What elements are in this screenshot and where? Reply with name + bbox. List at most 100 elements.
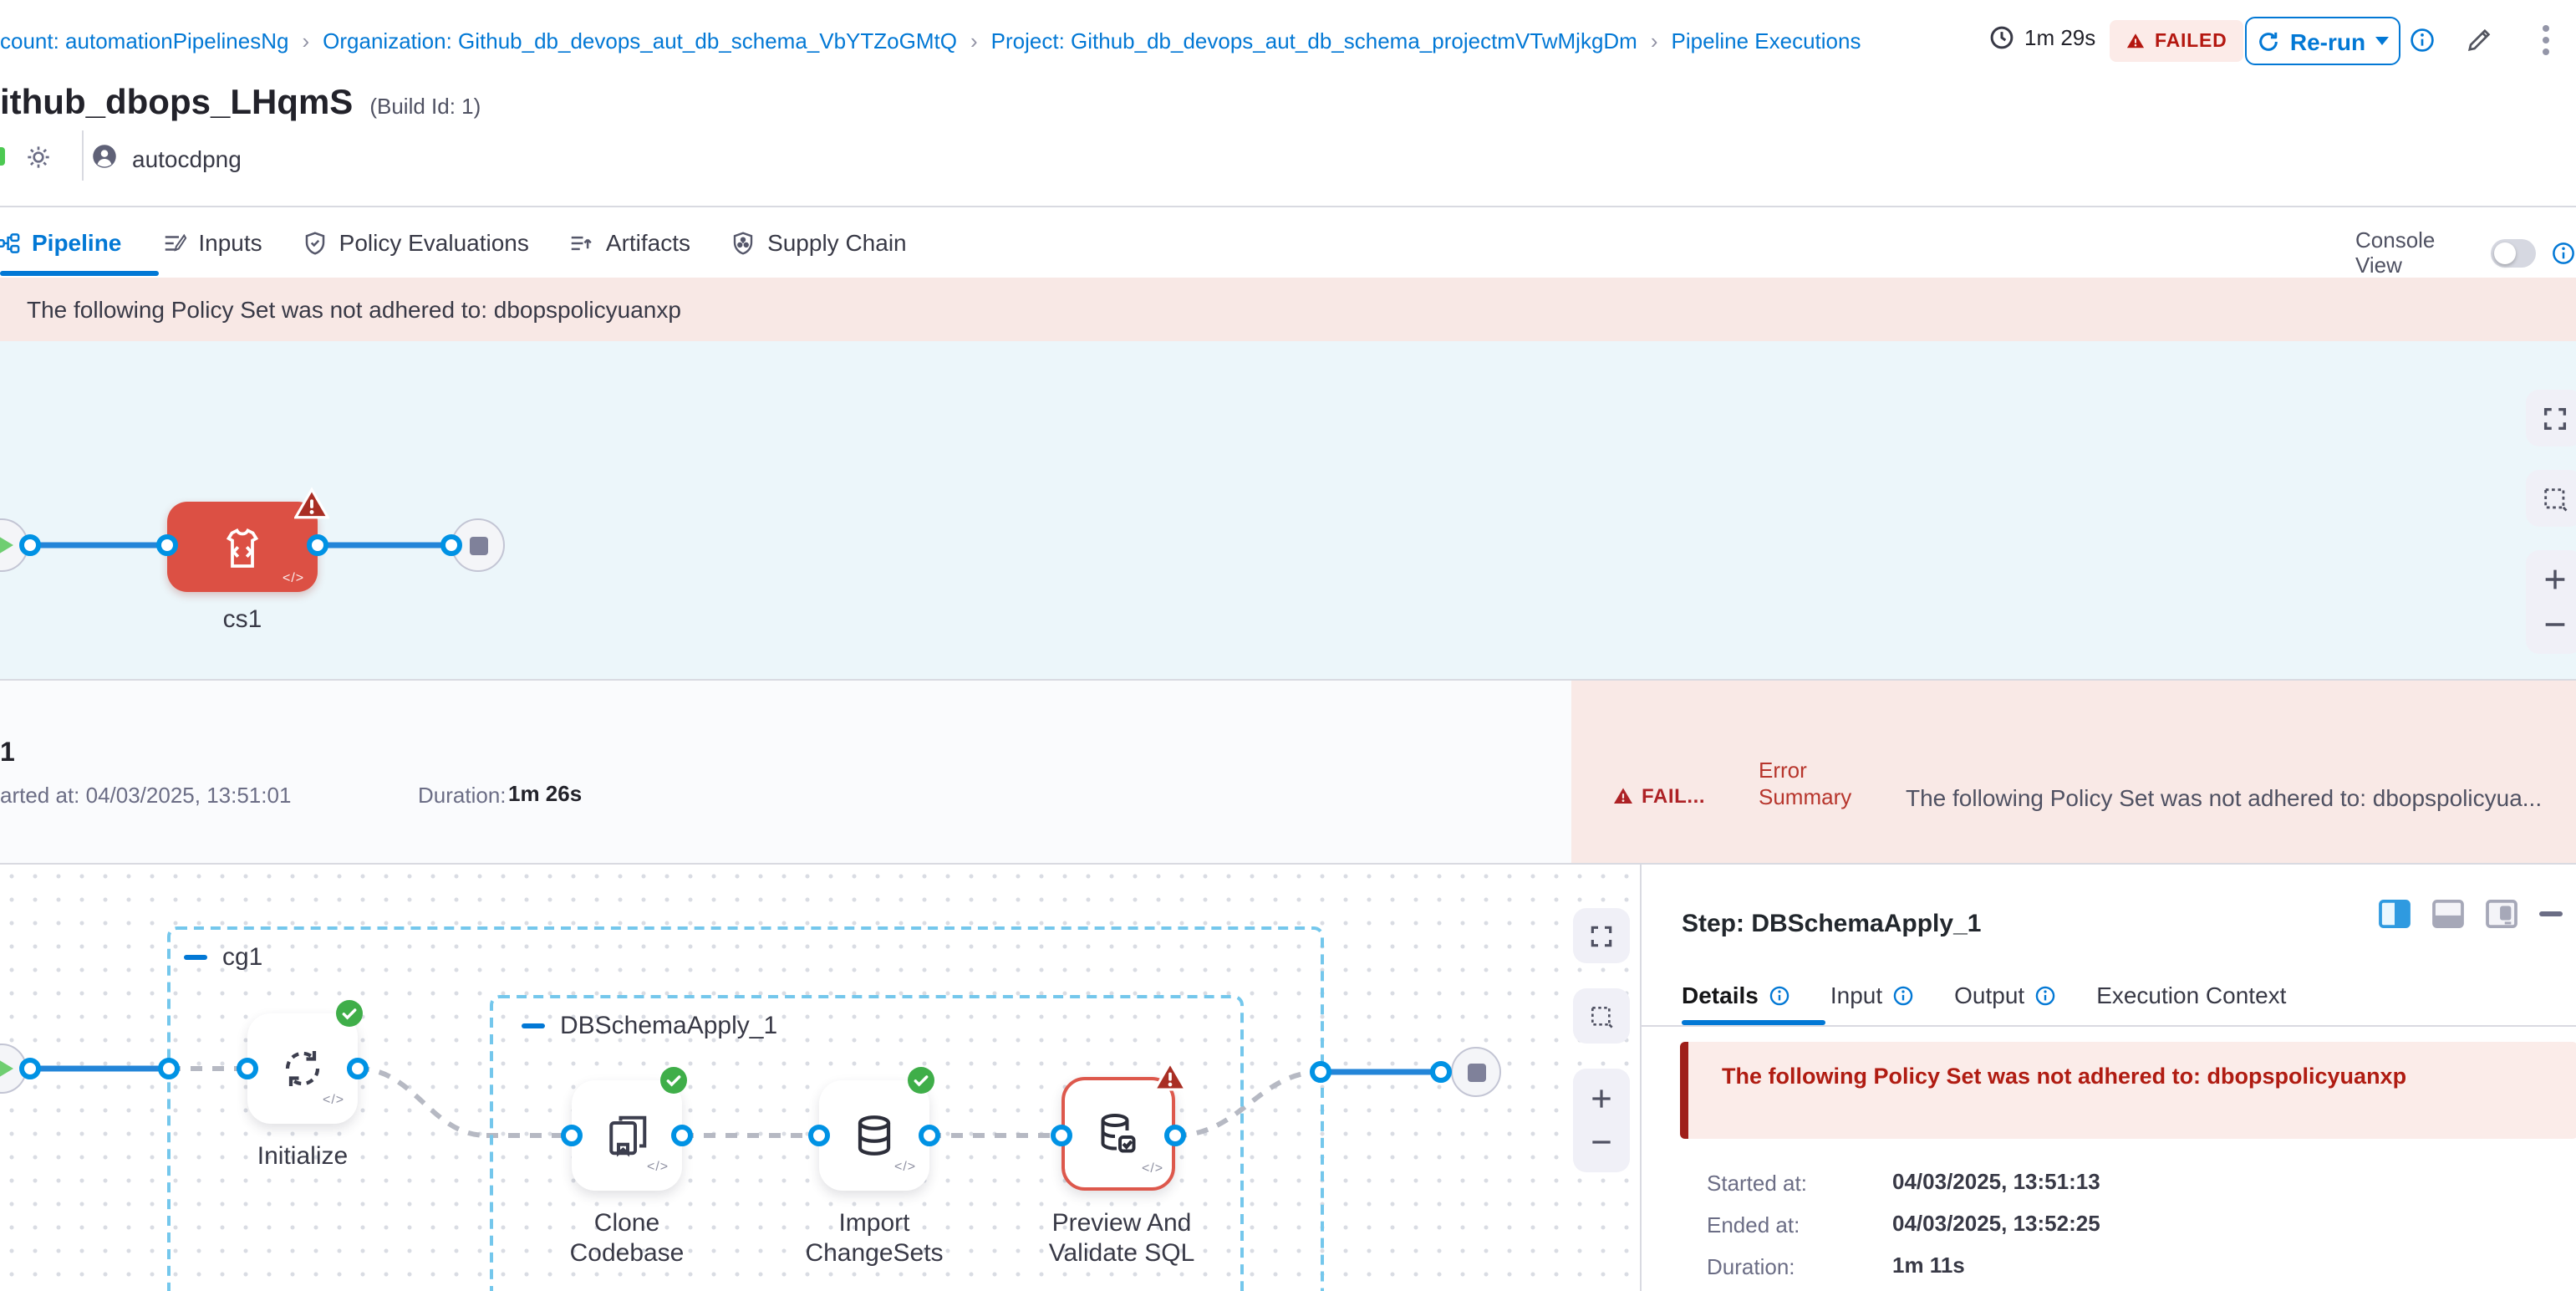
pipeline-meta-row: autocdpng (0, 140, 1337, 191)
ended-at-label: Ended at: (1707, 1212, 1800, 1237)
step-label-preview-validate-sql: Preview AndValidate SQL (1016, 1209, 1227, 1269)
ended-at-value: 04/03/2025, 13:52:25 (1892, 1211, 2100, 1236)
duration-value: 1m 29s (2024, 25, 2095, 50)
connector-point[interactable] (1310, 1061, 1331, 1083)
connector-point[interactable] (561, 1125, 583, 1146)
success-badge (660, 1067, 687, 1094)
stage-execution-graph[interactable]: cg1 DBSchemaApply_1 </> Initialize (0, 865, 1640, 1291)
started-at-label: Started at: (1707, 1171, 1807, 1196)
connector-point[interactable] (156, 534, 178, 556)
status-badge: FAILED (2110, 20, 2244, 62)
chevron-down-icon (2375, 37, 2389, 45)
tab-supply-chain[interactable]: Supply Chain (731, 229, 947, 256)
zoom-in-icon[interactable] (1588, 1085, 1615, 1112)
breadcrumb: count: automationPipelinesNg › Organizat… (0, 28, 1861, 54)
breadcrumb-separator: › (970, 28, 978, 54)
ci-stage-icon (217, 523, 267, 574)
step-label-initialize: Initialize (202, 1142, 403, 1172)
tab-execution-context[interactable]: Execution Context (2096, 982, 2286, 1008)
breadcrumb-organization[interactable]: Organization: Github_db_devops_aut_db_sc… (323, 28, 957, 54)
tab-artifacts[interactable]: Artifacts (569, 229, 731, 256)
tab-input[interactable]: Input (1830, 982, 1914, 1008)
zoom-out-icon[interactable] (1588, 1129, 1615, 1156)
info-icon (2034, 984, 2056, 1006)
divider (82, 130, 84, 181)
codebase-icon (602, 1110, 652, 1161)
panel-collapse-icon[interactable] (2539, 911, 2563, 916)
tab-inputs[interactable]: Inputs (161, 229, 302, 256)
step-initialize[interactable]: </> (247, 1013, 358, 1124)
rerun-button[interactable]: Re-run (2245, 17, 2400, 65)
pipeline-canvas[interactable]: </> cs1 (0, 341, 2576, 679)
step-label-clone-codebase: CloneCodebase (527, 1209, 727, 1269)
connector-point[interactable] (919, 1125, 940, 1146)
end-node[interactable] (1451, 1047, 1501, 1097)
breadcrumb-project[interactable]: Project: Github_db_devops_aut_db_schema_… (991, 28, 1637, 54)
group-label[interactable]: DBSchemaApply_1 (560, 1012, 777, 1040)
layout-split-right-icon[interactable] (2379, 900, 2411, 928)
connector-point[interactable] (237, 1058, 258, 1079)
policy-violation-banner: The following Policy Set was not adhered… (0, 278, 2576, 341)
graph-fullscreen-button[interactable] (1573, 908, 1630, 963)
warning-triangle-icon (2126, 32, 2145, 50)
pipeline-title-row: ithub_dbops_LHqmS (Build Id: 1) (0, 84, 481, 124)
success-badge (336, 1000, 363, 1027)
step-details-panel: Step: DBSchemaApply_1 Details Input (1640, 865, 2576, 1291)
fullscreen-icon (2540, 404, 2568, 432)
connector-point[interactable] (347, 1058, 369, 1079)
connector-point[interactable] (808, 1125, 830, 1146)
zoom-in-icon[interactable] (2540, 566, 2568, 594)
step-preview-validate-sql[interactable]: </> (1061, 1077, 1175, 1191)
failed-warning-badge (294, 487, 329, 522)
tab-details[interactable]: Details (1682, 982, 1790, 1008)
console-view-toggle[interactable] (2491, 238, 2536, 267)
database-icon (849, 1110, 899, 1161)
connector-point[interactable] (671, 1125, 693, 1146)
kebab-menu-icon[interactable] (2529, 23, 2563, 57)
stage-node-cs1[interactable]: </> (167, 502, 318, 592)
gear-icon[interactable] (25, 144, 52, 171)
connector-point[interactable] (158, 1058, 180, 1079)
connector-point[interactable] (19, 1058, 41, 1079)
breadcrumb-pipeline-executions[interactable]: Pipeline Executions (1672, 28, 1861, 54)
connector-point[interactable] (19, 534, 41, 556)
code-marker: </> (1142, 1161, 1163, 1176)
triggered-by-user[interactable]: autocdpng (132, 145, 242, 172)
step-error-message: The following Policy Set was not adhered… (1722, 1064, 2576, 1089)
execution-tabbar: Pipeline Inputs Policy Evaluations Artif… (0, 207, 2576, 278)
stage-duration-value: 1m 26s (508, 781, 582, 806)
step-import-changesets[interactable]: </> (819, 1080, 929, 1191)
shield-network-icon (731, 230, 756, 255)
step-group-cg1-header: cg1 (184, 943, 262, 972)
console-info-icon[interactable] (2551, 240, 2576, 265)
pipeline-title: ithub_dbops_LHqmS (0, 84, 353, 124)
zoom-out-icon[interactable] (2540, 610, 2568, 638)
tab-output[interactable]: Output (1954, 982, 2056, 1008)
connector-point[interactable] (440, 534, 462, 556)
connector-point[interactable] (1430, 1061, 1452, 1083)
canvas-zoom-controls (2526, 550, 2576, 654)
connector-point[interactable] (1164, 1125, 1186, 1146)
canvas-fullscreen-button[interactable] (2526, 390, 2576, 446)
branch-tag (0, 147, 5, 166)
info-icon[interactable] (2405, 23, 2439, 57)
layout-floating-icon[interactable] (2486, 900, 2517, 928)
tab-pipeline[interactable]: Pipeline (0, 229, 161, 256)
graph-fit-selection-button[interactable] (1573, 988, 1630, 1044)
active-tab-underline (0, 271, 159, 276)
group-label[interactable]: cg1 (222, 943, 262, 972)
layout-split-bottom-icon[interactable] (2432, 900, 2464, 928)
inputs-icon (161, 230, 186, 255)
edit-pencil-icon[interactable] (2462, 23, 2496, 57)
collapse-group-icon[interactable] (522, 1023, 545, 1029)
collapse-group-icon[interactable] (184, 955, 207, 961)
step-clone-codebase[interactable]: </> (572, 1080, 682, 1191)
build-id: (Build Id: 1) (369, 94, 481, 119)
connector-point[interactable] (1051, 1125, 1072, 1146)
tab-policy-evaluations[interactable]: Policy Evaluations (303, 229, 569, 256)
canvas-fit-selection-button[interactable] (2526, 470, 2576, 527)
breadcrumb-account[interactable]: count: automationPipelinesNg (0, 28, 288, 54)
connector-point[interactable] (307, 534, 328, 556)
graph-zoom-controls (1573, 1069, 1630, 1172)
tab-inputs-label: Inputs (198, 229, 262, 256)
